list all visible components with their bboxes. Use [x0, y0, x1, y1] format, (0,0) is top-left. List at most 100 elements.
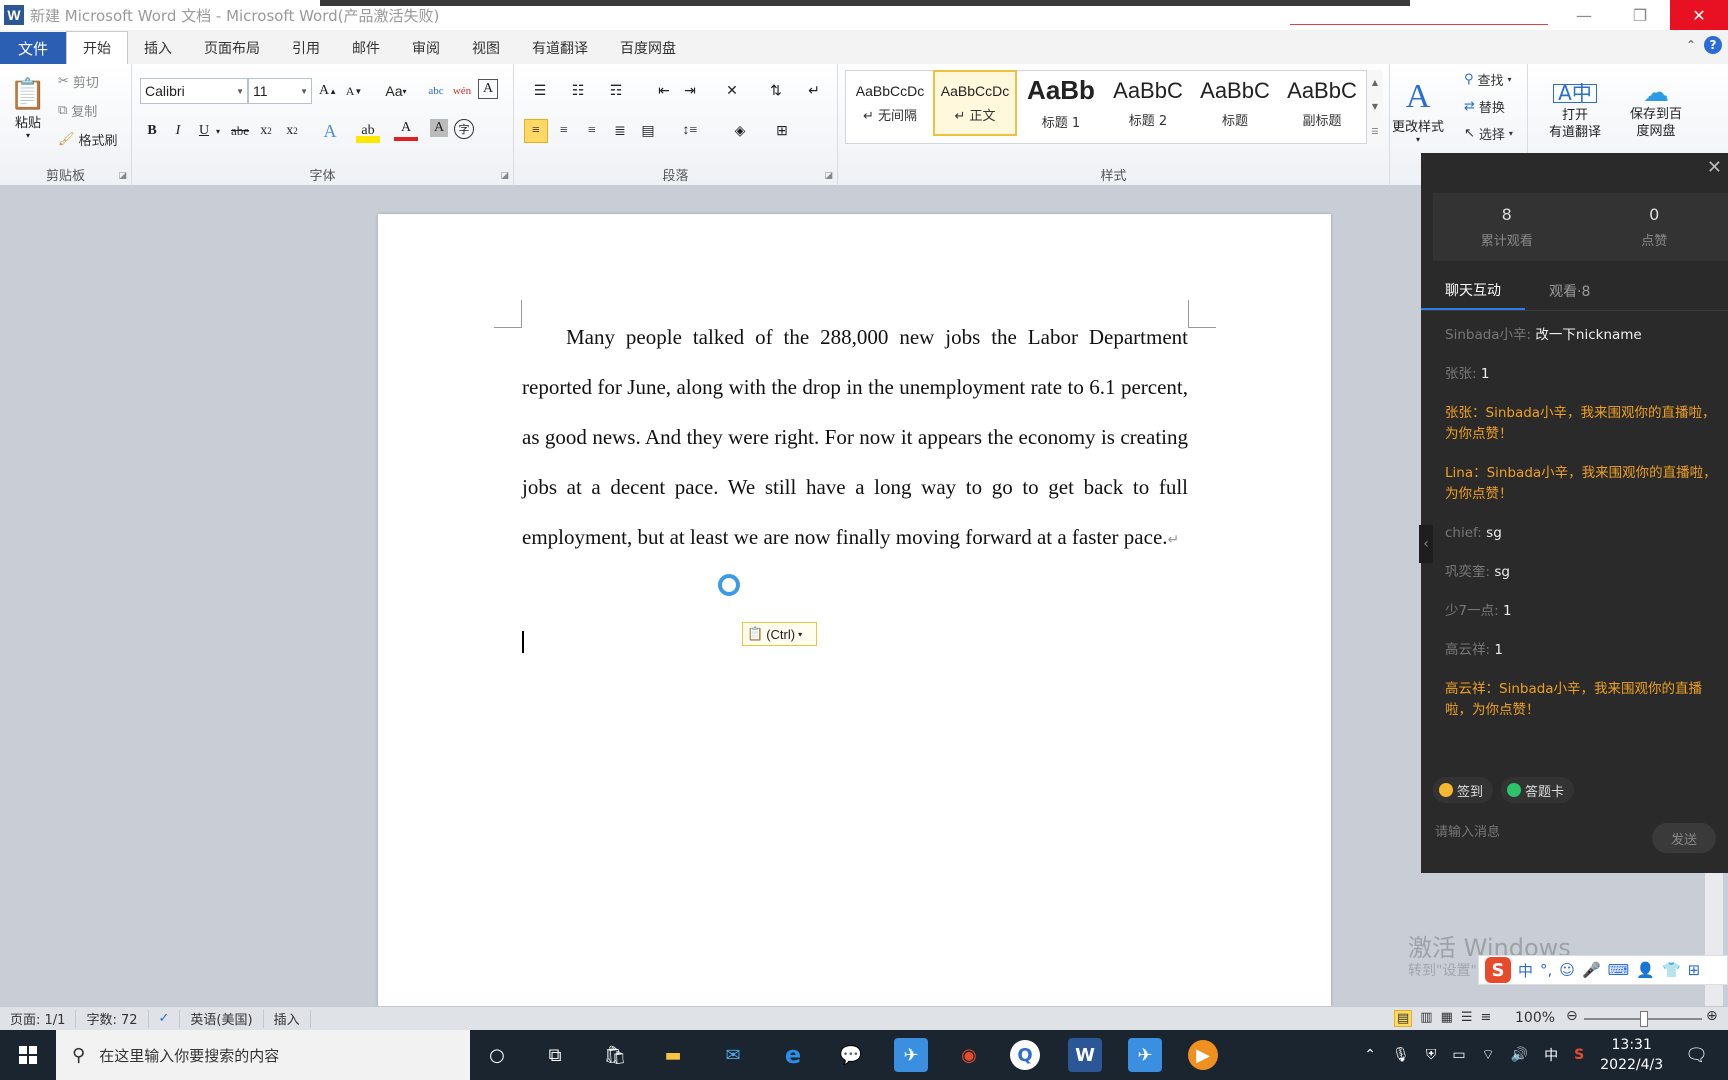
tray-shield-icon[interactable]: ⛨: [1426, 1047, 1437, 1063]
dialog-launcher-icon[interactable]: ◪: [118, 171, 127, 181]
tray-mic-icon[interactable]: 🎙: [1392, 1047, 1410, 1063]
wechat-icon[interactable]: 💬: [834, 1038, 868, 1072]
print-layout-icon[interactable]: ▤: [1394, 1010, 1413, 1027]
word-count[interactable]: 字数: 72: [76, 1009, 149, 1028]
align-center-icon[interactable]: ≡: [552, 119, 576, 143]
change-case-button[interactable]: Aa ▾: [378, 79, 414, 103]
answer-card-button[interactable]: 答题卡: [1501, 777, 1575, 803]
minimize-button[interactable]: —: [1556, 0, 1612, 30]
proofing-icon[interactable]: ✓: [149, 1009, 181, 1028]
format-painter-button[interactable]: 🖌 格式刷: [58, 130, 118, 149]
bullets-icon[interactable]: ☰: [524, 79, 556, 103]
tab-chat[interactable]: 聊天互动: [1421, 271, 1525, 310]
line-spacing-icon[interactable]: ↕≡: [674, 119, 706, 143]
wen-convert-icon[interactable]: wén: [450, 79, 474, 103]
align-left-icon[interactable]: ≡: [524, 119, 548, 143]
ime-mode[interactable]: 中: [1518, 960, 1533, 981]
replace-button[interactable]: ⇄ 替换: [1464, 97, 1505, 116]
help-icon[interactable]: ?: [1704, 36, 1722, 54]
web-layout-icon[interactable]: ▦: [1441, 1010, 1453, 1027]
edge-icon[interactable]: e: [776, 1038, 810, 1072]
tray-sogou-icon[interactable]: S: [1574, 1047, 1584, 1063]
tab-insert[interactable]: 插入: [128, 32, 188, 64]
borders-icon[interactable]: ⊞: [766, 119, 798, 143]
style-title[interactable]: AaBbC 标题: [1193, 70, 1277, 136]
italic-icon[interactable]: I: [166, 119, 190, 143]
feishu-icon[interactable]: ✈: [894, 1038, 928, 1072]
word-taskbar-icon[interactable]: W: [1068, 1038, 1102, 1072]
emoji-icon[interactable]: ☺: [1559, 961, 1575, 979]
show-marks-icon[interactable]: ↵: [802, 79, 826, 103]
task-view-icon[interactable]: ⧉: [538, 1038, 572, 1072]
close-icon[interactable]: ✕: [1707, 157, 1722, 178]
microphone-icon[interactable]: 🎤: [1582, 961, 1601, 979]
windows-start-icon[interactable]: [0, 1030, 56, 1080]
underline-dropdown-icon[interactable]: ▾: [212, 119, 224, 143]
punctuation-icon[interactable]: °,: [1540, 961, 1552, 979]
tab-review[interactable]: 审阅: [396, 32, 456, 64]
document-page[interactable]: Many people talked of the 288,000 new jo…: [378, 214, 1331, 1006]
style-no-spacing[interactable]: AaBbCcDc ↵ 无间隔: [848, 70, 932, 136]
distributed-icon[interactable]: ▤: [636, 119, 660, 143]
gallery-scroll[interactable]: ▲ ▼ ☰: [1366, 70, 1383, 144]
shrink-font-icon[interactable]: A ▼: [342, 79, 366, 103]
font-size-combo[interactable]: 11 ▼: [248, 78, 312, 104]
open-youdao-button[interactable]: A中 打开 有道翻译: [1536, 68, 1614, 156]
tab-baidu[interactable]: 百度网盘: [604, 32, 692, 64]
maximize-button[interactable]: ❐: [1612, 0, 1668, 30]
close-button[interactable]: ✕: [1670, 0, 1728, 30]
enclose-char-icon[interactable]: 字: [454, 119, 474, 139]
dialog-launcher-icon[interactable]: ◪: [500, 171, 509, 181]
outline-icon[interactable]: ☰: [1461, 1010, 1473, 1027]
char-shading-icon[interactable]: A: [430, 119, 448, 137]
find-button[interactable]: ⚲ 查找 ▾: [1464, 70, 1512, 89]
style-normal[interactable]: AaBbCcDc ↵ 正文: [933, 70, 1017, 136]
collapse-ribbon-icon[interactable]: ⌃: [1686, 38, 1696, 52]
page-count[interactable]: 页面: 1/1: [0, 1009, 77, 1028]
chrome-icon[interactable]: ◉: [952, 1038, 986, 1072]
feishu-active-icon[interactable]: ✈: [1128, 1038, 1162, 1072]
sort-icon[interactable]: ⇅: [764, 79, 788, 103]
bold-icon[interactable]: B: [140, 119, 164, 143]
language-indicator[interactable]: 英语(美国): [180, 1009, 264, 1028]
shading-icon[interactable]: ◈: [724, 119, 756, 143]
copy-button[interactable]: ⧉ 复制: [58, 101, 97, 120]
select-button[interactable]: ↖ 选择 ▾: [1464, 124, 1513, 143]
scroll-down-icon[interactable]: ▼: [1372, 102, 1378, 111]
chinese-layout-icon[interactable]: ✕: [716, 79, 748, 103]
paste-options-button[interactable]: 📋 (Ctrl) ▾: [742, 622, 817, 646]
collapse-panel-icon[interactable]: ‹: [1419, 525, 1433, 563]
change-styles-button[interactable]: A 更改样式 ▾: [1386, 66, 1450, 156]
justify-icon[interactable]: ≣: [608, 119, 632, 143]
sogou-logo-icon[interactable]: S: [1485, 957, 1511, 983]
text-effects-icon[interactable]: A: [318, 119, 342, 143]
tab-mailings[interactable]: 邮件: [336, 32, 396, 64]
user-icon[interactable]: 👤: [1636, 961, 1655, 979]
style-heading-2[interactable]: AaBbC 标题 2: [1106, 70, 1190, 136]
tray-ime[interactable]: 中: [1544, 1045, 1558, 1065]
taskbar-search[interactable]: ⚲ 在这里输入你要搜索的内容: [56, 1030, 470, 1080]
tab-file[interactable]: 文件: [0, 32, 66, 64]
live-app-icon[interactable]: ▶: [1188, 1040, 1218, 1070]
subscript-icon[interactable]: x2: [254, 119, 278, 143]
tab-viewers[interactable]: 观看·8: [1525, 271, 1614, 310]
dialog-launcher-icon[interactable]: ◪: [824, 171, 833, 181]
highlight-icon[interactable]: ab: [356, 119, 380, 143]
increase-indent-icon[interactable]: ⇥: [678, 79, 702, 103]
tray-volume-icon[interactable]: 🔊: [1511, 1047, 1528, 1063]
tab-references[interactable]: 引用: [276, 32, 336, 64]
strikethrough-icon[interactable]: abe: [228, 119, 252, 143]
font-color-icon[interactable]: A: [394, 119, 418, 141]
scroll-up-icon[interactable]: ▲: [1372, 78, 1378, 87]
skin-icon[interactable]: 👕: [1662, 961, 1681, 979]
gallery-more-icon[interactable]: ☰: [1371, 127, 1378, 136]
qq-browser-icon[interactable]: Q: [1010, 1040, 1040, 1070]
keyboard-icon[interactable]: ⌨: [1608, 961, 1630, 979]
decrease-indent-icon[interactable]: ⇤: [652, 79, 676, 103]
checkin-button[interactable]: 签到: [1433, 777, 1494, 803]
insert-mode[interactable]: 插入: [264, 1009, 311, 1028]
send-button[interactable]: 发送: [1652, 823, 1716, 853]
tray-battery-icon[interactable]: ▭: [1452, 1047, 1465, 1063]
zoom-out-icon[interactable]: ⊖: [1566, 1008, 1578, 1024]
align-right-icon[interactable]: ≡: [580, 119, 604, 143]
